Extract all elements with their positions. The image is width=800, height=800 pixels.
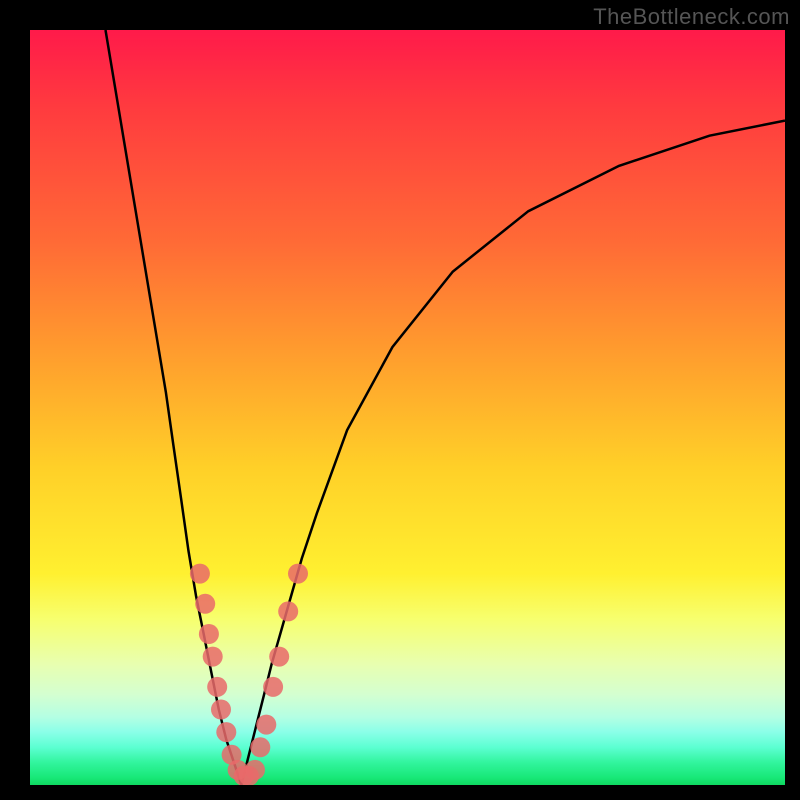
scatter-point [256,715,276,735]
scatter-point [199,624,219,644]
scatter-point [216,722,236,742]
scatter-point [269,647,289,667]
scatter-point [195,594,215,614]
chart-overlay [30,30,785,785]
curve-left-branch [106,30,242,785]
scatter-point [203,647,223,667]
scatter-point [211,700,231,720]
chart-frame: TheBottleneck.com [0,0,800,800]
scatter-point [263,677,283,697]
scatter-point [207,677,227,697]
scatter-point [190,564,210,584]
scatter-point [288,564,308,584]
plot-area [30,30,785,785]
curve-right-branch [241,121,785,785]
scatter-point [278,601,298,621]
watermark-text: TheBottleneck.com [593,4,790,30]
scatter-point [245,760,265,780]
scatter-point [250,737,270,757]
